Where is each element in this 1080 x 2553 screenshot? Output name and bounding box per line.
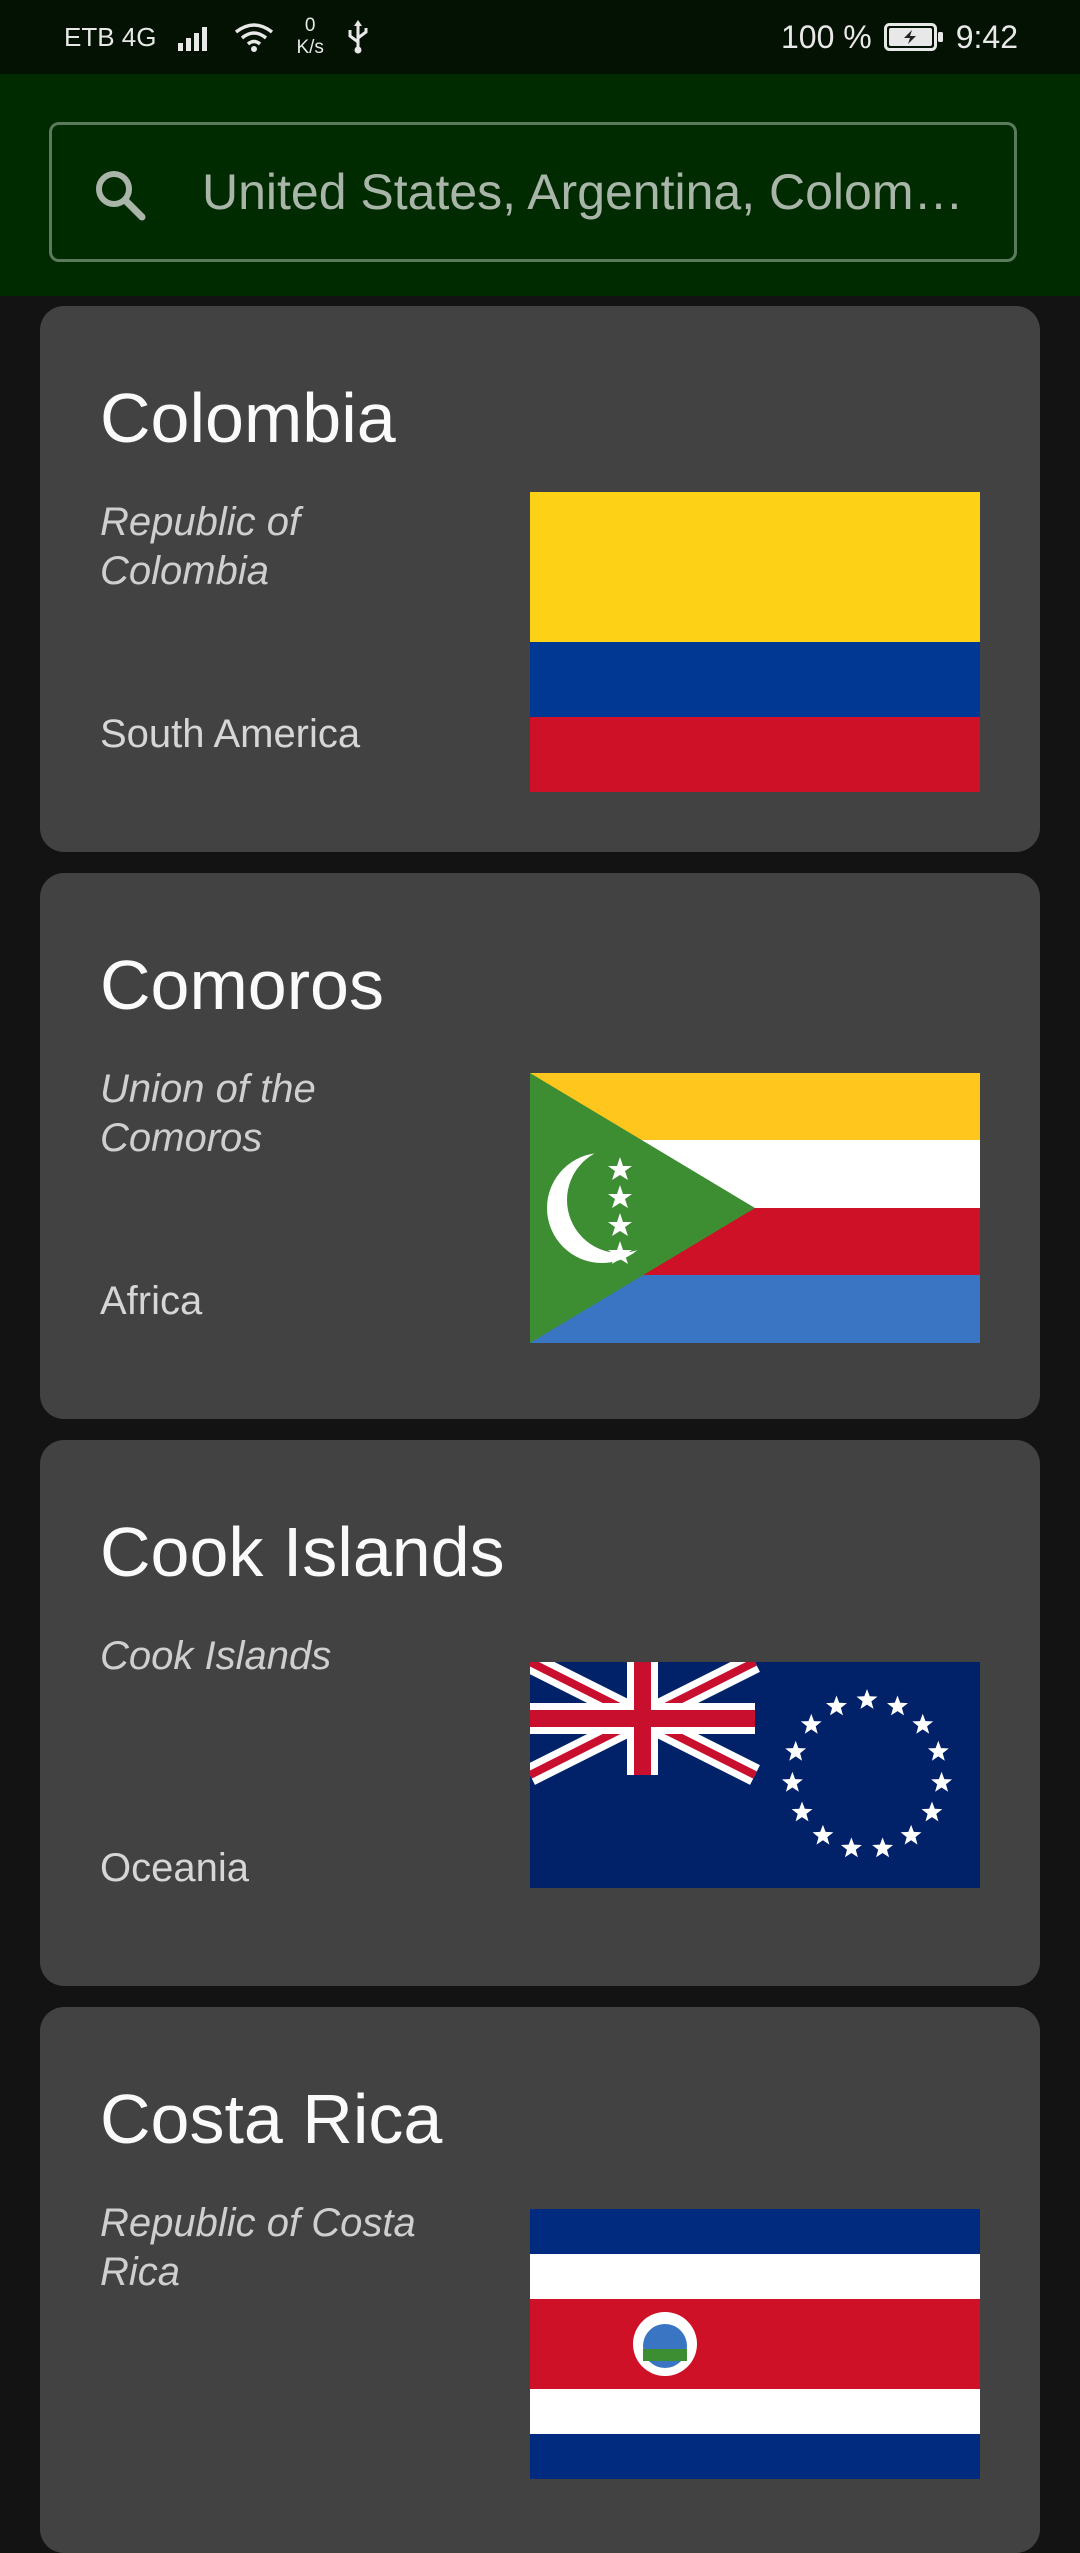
- signal-icon: [178, 27, 208, 51]
- search-icon: [96, 171, 146, 221]
- search-box[interactable]: [49, 122, 1017, 262]
- country-name: Costa Rica: [100, 2080, 443, 2158]
- region-label: South America: [100, 712, 361, 756]
- status-bar: ETB 4G 0 K/s 100 % 9:42: [0, 0, 1080, 74]
- usb-icon: [348, 20, 368, 54]
- comoros-flag-icon: [530, 1073, 980, 1343]
- official-name: Union of the Comoros: [100, 1067, 316, 1160]
- battery-percent: 100 %: [780, 18, 872, 55]
- status-left: ETB 4G 0 K/s: [64, 0, 370, 74]
- country-name: Comoros: [100, 946, 384, 1024]
- speed-value: 0: [304, 15, 316, 36]
- country-card-comoros[interactable]: Comoros Union of the Comoros Africa: [40, 873, 1040, 1419]
- battery-charging-icon: [883, 23, 943, 51]
- region-label: Africa: [100, 1279, 203, 1323]
- clock: 9:42: [955, 18, 1018, 55]
- search-input[interactable]: [202, 125, 1002, 259]
- official-name: Republic of Colombia: [100, 500, 301, 593]
- region-label: Oceania: [100, 1846, 249, 1890]
- wifi-icon: [235, 23, 274, 52]
- carrier-label: ETB 4G: [64, 21, 157, 52]
- status-right: 100 % 9:42: [781, 0, 1018, 74]
- app-bar: [0, 74, 1080, 296]
- official-name: Cook Islands: [100, 1634, 332, 1678]
- country-card-costa-rica[interactable]: Costa Rica Republic of Costa Rica: [40, 2007, 1040, 2553]
- colombia-flag-icon: [530, 492, 980, 792]
- costa-rica-flag-icon: [530, 2209, 980, 2479]
- country-name: Cook Islands: [100, 1513, 505, 1591]
- cook-islands-flag-icon: [530, 1662, 980, 1888]
- network-speed: 0 K/s: [296, 15, 323, 59]
- country-name: Colombia: [100, 379, 396, 457]
- country-card-colombia[interactable]: Colombia Republic of Colombia South Amer…: [40, 306, 1040, 852]
- country-card-cook-islands[interactable]: Cook Islands Cook Islands Oceania: [40, 1440, 1040, 1986]
- official-name: Republic of Costa Rica: [100, 2201, 416, 2294]
- speed-unit: K/s: [296, 37, 324, 58]
